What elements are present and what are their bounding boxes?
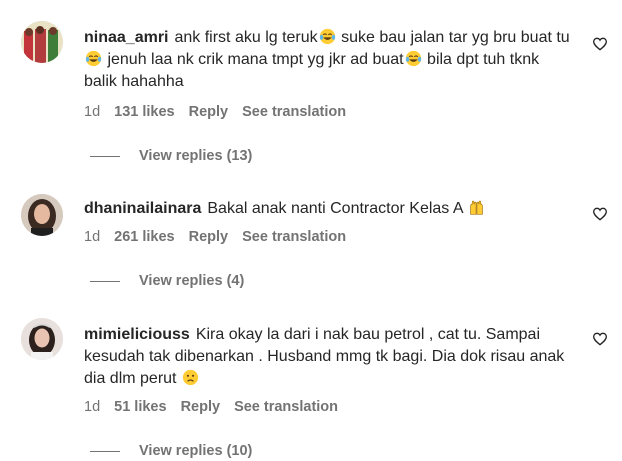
heart-icon[interactable]: [592, 331, 608, 347]
face-with-tears-of-joy-icon: [85, 50, 102, 67]
timestamp[interactable]: 1d: [84, 229, 100, 245]
avatar[interactable]: [21, 21, 63, 63]
raising-hands-icon: [470, 200, 483, 215]
comment-body: mimieliciouss Kira okay la dari i nak bau…: [84, 324, 576, 390]
view-replies-label[interactable]: View replies (13): [139, 148, 252, 164]
avatar-image-icon: [21, 318, 63, 360]
see-translation-button[interactable]: See translation: [234, 399, 338, 415]
comment-text-segment: jenuh laa nk crik mana tmpt yg jkr ad bu…: [103, 51, 404, 68]
view-replies-button[interactable]: View replies (13): [90, 148, 252, 164]
avatar[interactable]: [21, 194, 63, 236]
comment-text: ninaa_amri ank first aku lg teruk suke ba…: [84, 27, 576, 93]
view-replies-button[interactable]: View replies (10): [90, 443, 252, 459]
divider-line: [90, 280, 120, 282]
comment-text: mimieliciouss Kira okay la dari i nak bau…: [84, 324, 576, 390]
face-with-tears-of-joy-icon: [319, 28, 335, 45]
comment-text-segment: ank first aku lg teruk: [174, 29, 318, 46]
comment-meta: 1d 261 likes Reply See translation: [84, 229, 360, 245]
heart-icon[interactable]: [592, 36, 608, 52]
username[interactable]: ninaa_amri: [84, 29, 168, 46]
comment-body: dhaninailainara Bakal anak nanti Contract…: [84, 198, 576, 220]
comment-meta: 1d 51 likes Reply See translation: [84, 399, 352, 415]
likes-count[interactable]: 261 likes: [114, 229, 174, 245]
see-translation-button[interactable]: See translation: [242, 104, 346, 120]
sad-face-icon: [182, 369, 199, 386]
divider-line: [90, 450, 120, 452]
see-translation-button[interactable]: See translation: [242, 229, 346, 245]
reply-button[interactable]: Reply: [189, 104, 229, 120]
username[interactable]: dhaninailainara: [84, 200, 201, 217]
reply-button[interactable]: Reply: [181, 399, 221, 415]
heart-icon[interactable]: [592, 206, 608, 222]
comment-text: dhaninailainara Bakal anak nanti Contract…: [84, 198, 576, 220]
avatar-image-icon: [21, 194, 63, 236]
reply-button[interactable]: Reply: [189, 229, 229, 245]
timestamp[interactable]: 1d: [84, 104, 100, 120]
comment-body: ninaa_amri ank first aku lg teruk suke ba…: [84, 27, 576, 93]
comment-text-segment: Bakal anak nanti Contractor Kelas A: [207, 200, 468, 217]
view-replies-label[interactable]: View replies (10): [139, 443, 252, 459]
face-with-tears-of-joy-icon: [405, 50, 421, 67]
avatar-image-icon: [21, 21, 63, 63]
comment-text-segment: suke bau jalan tar yg bru buat tu: [336, 29, 570, 46]
divider-line: [90, 155, 120, 157]
likes-count[interactable]: 51 likes: [114, 399, 166, 415]
view-replies-button[interactable]: View replies (4): [90, 273, 244, 289]
comment-meta: 1d 131 likes Reply See translation: [84, 104, 360, 120]
timestamp[interactable]: 1d: [84, 399, 100, 415]
likes-count[interactable]: 131 likes: [114, 104, 174, 120]
view-replies-label[interactable]: View replies (4): [139, 273, 244, 289]
username[interactable]: mimieliciouss: [84, 326, 190, 343]
avatar[interactable]: [21, 318, 63, 360]
